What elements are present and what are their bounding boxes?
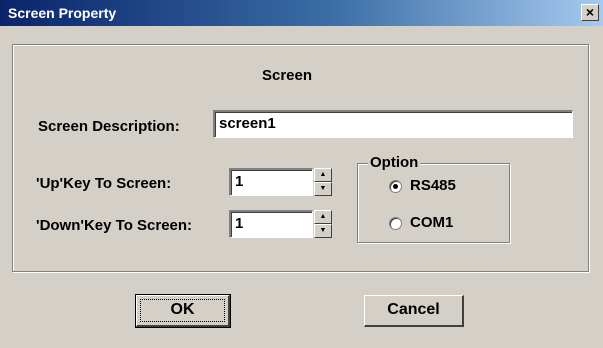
- com1-radio[interactable]: [389, 217, 402, 230]
- cancel-button[interactable]: Cancel: [364, 295, 464, 327]
- rs485-label[interactable]: RS485: [410, 177, 456, 194]
- screen-description-input[interactable]: screen1: [213, 110, 573, 138]
- radio-selected-dot: [393, 184, 398, 189]
- up-key-increment-button[interactable]: ▲: [314, 168, 332, 182]
- up-key-label: 'Up'Key To Screen:: [36, 175, 172, 192]
- screen-heading: Screen: [262, 67, 313, 84]
- option-legend: Option: [368, 154, 421, 171]
- down-key-increment-button[interactable]: ▲: [314, 210, 332, 224]
- arrow-down-icon: ▼: [319, 185, 327, 192]
- screen-property-dialog: Screen Property × Screen Screen Descript…: [0, 0, 603, 348]
- com1-label[interactable]: COM1: [410, 214, 453, 231]
- arrow-down-icon: ▼: [319, 227, 327, 234]
- ok-button-label: OK: [170, 301, 195, 318]
- arrow-up-icon: ▲: [319, 213, 327, 220]
- ok-button[interactable]: OK: [135, 294, 231, 328]
- arrow-up-icon: ▲: [319, 171, 327, 178]
- screen-description-label: Screen Description:: [38, 118, 180, 135]
- down-key-input[interactable]: 1: [229, 210, 313, 238]
- up-key-decrement-button[interactable]: ▼: [314, 182, 332, 196]
- title-bar[interactable]: Screen Property ×: [0, 0, 603, 26]
- cancel-button-label: Cancel: [387, 301, 440, 318]
- close-button[interactable]: ×: [581, 4, 599, 21]
- up-key-stepper[interactable]: ▲ ▼: [314, 168, 332, 196]
- down-key-stepper[interactable]: ▲ ▼: [314, 210, 332, 238]
- up-key-input[interactable]: 1: [229, 168, 313, 196]
- down-key-decrement-button[interactable]: ▼: [314, 224, 332, 238]
- option-group-box: [357, 163, 510, 243]
- window-title: Screen Property: [8, 5, 117, 21]
- close-icon: ×: [585, 4, 595, 20]
- rs485-radio[interactable]: [389, 180, 402, 193]
- down-key-label: 'Down'Key To Screen:: [36, 217, 193, 234]
